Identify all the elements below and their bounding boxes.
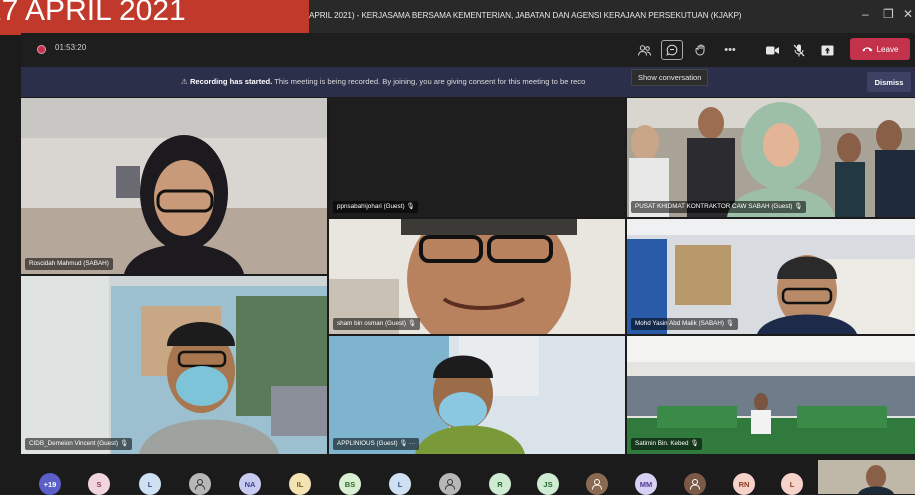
participant-name-tag: Roscidah Mahmud (SABAH): [25, 258, 113, 270]
recording-notice-banner: ⚠ Recording has started. This meeting is…: [21, 67, 915, 97]
participant-avatar[interactable]: IL: [289, 473, 311, 495]
participant-name-tag: CIDB_Demeion Vincent (Guest) 🎙: [25, 438, 132, 450]
teams-meeting-window: APRIL 2021) - KERJASAMA BERSAMA KEMENTER…: [0, 0, 915, 495]
participant-name: ppnsabah\johari (Guest): [337, 203, 405, 210]
show-conversation-button[interactable]: [661, 40, 683, 60]
participant-name-tag: Mohd Yasin Abd Malik (SABAH) 🎙: [631, 318, 738, 330]
participant-avatar[interactable]: L: [139, 473, 161, 495]
participant-name-tag: ppnsabah\johari (Guest) 🎙: [333, 201, 419, 213]
date-overlay-banner: 27 APRIL 2021: [0, 0, 309, 35]
mic-icon: 🎙: [119, 440, 128, 447]
recording-notice: ⚠ Recording has started. This meeting is…: [181, 77, 585, 86]
participant-avatar[interactable]: L: [389, 473, 411, 495]
video-tile-applinious[interactable]: APPLINIOUS (Guest) 🎙 ···: [329, 336, 625, 454]
avatar-initials: +19: [43, 479, 57, 489]
avatar-initials: S: [96, 479, 102, 489]
video-tile-sham-bin-osman[interactable]: sham bin osman (Guest) 🎙: [329, 219, 625, 334]
participant-avatar[interactable]: [189, 473, 211, 495]
participant-name: Roscidah Mahmud (SABAH): [29, 260, 109, 267]
participant-avatar[interactable]: JS: [537, 473, 559, 495]
person-icon: [690, 479, 700, 490]
reactions-icon[interactable]: [690, 40, 712, 60]
mic-icon: 🎙: [690, 440, 699, 447]
meeting-control-bar: 01:53:20 ••• Leave: [21, 33, 915, 67]
participants-icon[interactable]: [633, 40, 655, 60]
participant-name: PUSAT KHIDMAT KONTRAKTOR CAW SABAH (Gues…: [635, 203, 793, 210]
window-title: APRIL 2021) - KERJASAMA BERSAMA KEMENTER…: [309, 11, 742, 20]
hang-up-icon: [862, 47, 873, 52]
participant-avatar[interactable]: R: [489, 473, 511, 495]
maximize-icon[interactable]: ❐: [883, 7, 894, 21]
participant-avatar[interactable]: S: [88, 473, 110, 495]
participant-avatar-row: +19 S L NA IL BS L R JS MM RN L: [21, 456, 915, 495]
mic-icon: 🎙: [407, 320, 416, 327]
recording-notice-title: Recording has started.: [189, 77, 273, 86]
video-tile-cidb-demeion-vincent[interactable]: CIDB_Demeion Vincent (Guest) 🎙: [21, 276, 327, 454]
more-actions-icon[interactable]: •••: [719, 40, 741, 60]
video-tile-ppnsabah-johari[interactable]: ppnsabah\johari (Guest) 🎙: [329, 98, 625, 217]
participant-name: sham bin osman (Guest): [337, 320, 406, 327]
recording-notice-text: This meeting is being recorded. By joini…: [274, 77, 586, 86]
avatar-initials: MM: [639, 479, 653, 489]
participant-avatar[interactable]: [684, 473, 706, 495]
avatar-initials: JS: [543, 479, 553, 489]
mic-icon: 🎙 ···: [399, 440, 416, 447]
close-icon[interactable]: ✕: [903, 7, 913, 21]
avatar-initials: NA: [244, 479, 256, 489]
date-banner-text: 27 APRIL 2021: [0, 0, 186, 27]
avatar-initials: R: [497, 479, 503, 489]
participant-avatar[interactable]: L: [781, 473, 803, 495]
participant-avatar[interactable]: NA: [239, 473, 261, 495]
mic-icon: 🎙: [406, 203, 415, 210]
video-tile-mohd-yasin[interactable]: Mohd Yasin Abd Malik (SABAH) 🎙: [627, 219, 915, 334]
mic-icon: 🎙: [794, 203, 803, 210]
participant-avatar[interactable]: [439, 473, 461, 495]
warning-icon: ⚠: [181, 77, 188, 86]
participant-avatar[interactable]: [586, 473, 608, 495]
avatar-initials: RN: [738, 479, 750, 489]
participant-name-tag: sham bin osman (Guest) 🎙: [333, 318, 420, 330]
video-tile-satimin[interactable]: Satimin Bin. Kebed 🎙: [627, 336, 915, 454]
participant-name-tag: APPLINIOUS (Guest) 🎙 ···: [333, 438, 420, 450]
person-icon: [195, 479, 205, 490]
participant-name-tag: PUSAT KHIDMAT KONTRAKTOR CAW SABAH (Gues…: [631, 201, 807, 213]
video-tile-pusat-khidmat[interactable]: PUSAT KHIDMAT KONTRAKTOR CAW SABAH (Gues…: [627, 98, 915, 217]
mic-muted-icon[interactable]: [788, 40, 810, 60]
leave-label: Leave: [876, 44, 899, 54]
participant-avatar[interactable]: RN: [733, 473, 755, 495]
dismiss-button[interactable]: Dismiss: [867, 72, 911, 92]
avatar-initials: L: [397, 479, 403, 489]
self-video-preview[interactable]: [818, 460, 915, 494]
video-tile-roscidah[interactable]: Roscidah Mahmud (SABAH): [21, 98, 327, 274]
camera-icon[interactable]: [761, 40, 783, 60]
avatar-initials: BS: [344, 479, 356, 489]
person-icon: [592, 479, 602, 490]
participant-name-tag: Satimin Bin. Kebed 🎙: [631, 438, 703, 450]
more-participants-badge[interactable]: +19: [39, 473, 61, 495]
avatar-initials: IL: [296, 479, 304, 489]
chat-icon: [666, 44, 678, 56]
person-icon: [445, 479, 455, 490]
mic-icon: 🎙: [725, 320, 734, 327]
meeting-timer: 01:53:20: [55, 43, 87, 52]
avatar-initials: L: [789, 479, 795, 489]
leave-button[interactable]: Leave: [850, 38, 910, 60]
recording-indicator-icon: [37, 45, 46, 54]
participant-name: Mohd Yasin Abd Malik (SABAH): [635, 320, 725, 327]
participant-name: APPLINIOUS (Guest): [337, 440, 398, 447]
show-conversation-tooltip: Show conversation: [631, 69, 709, 86]
participant-avatar[interactable]: MM: [635, 473, 657, 495]
participant-name: Satimin Bin. Kebed: [635, 440, 689, 447]
minimize-icon[interactable]: –: [862, 7, 869, 21]
participant-name: CIDB_Demeion Vincent (Guest): [29, 440, 119, 447]
avatar-initials: L: [147, 479, 153, 489]
share-screen-icon[interactable]: [816, 40, 838, 60]
participant-avatar[interactable]: BS: [339, 473, 361, 495]
